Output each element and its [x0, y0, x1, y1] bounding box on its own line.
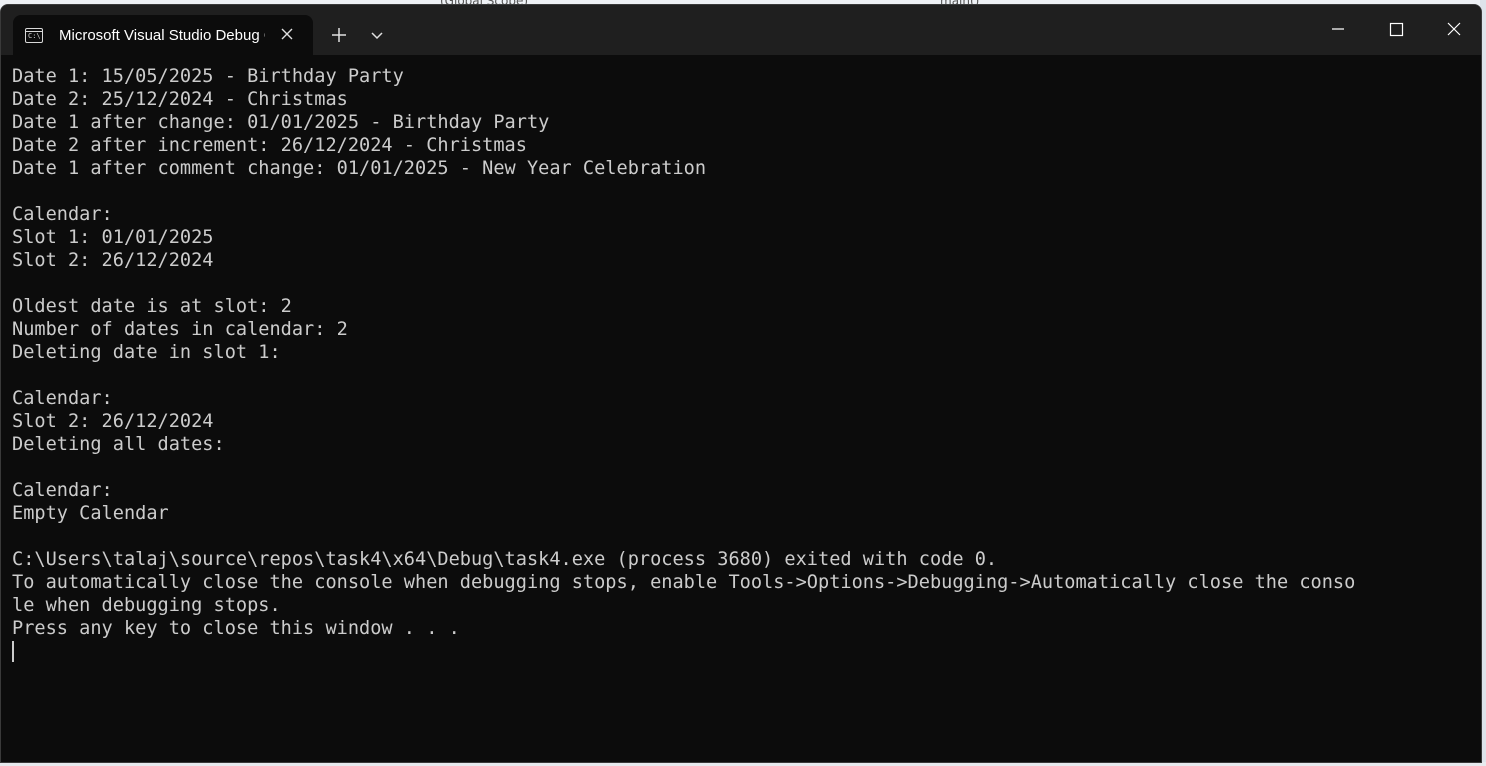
console-line: Slot 2: 26/12/2024: [12, 250, 214, 271]
console-output[interactable]: Date 1: 15/05/2025 - Birthday Party Date …: [12, 65, 1471, 762]
console-line: Slot 1: 01/01/2025: [12, 227, 214, 248]
minimize-button[interactable]: [1309, 5, 1367, 55]
console-line: C:\Users\talaj\source\repos\task4\x64\De…: [12, 549, 998, 570]
chevron-down-icon[interactable]: [365, 23, 389, 47]
console-line: Date 1: 15/05/2025 - Birthday Party: [12, 66, 404, 87]
console-line: Date 1 after change: 01/01/2025 - Birthd…: [12, 112, 550, 133]
console-line: le when debugging stops.: [12, 595, 281, 616]
console-line: Calendar:: [12, 388, 113, 409]
console-tab[interactable]: C:\ Microsoft Visual Studio Debug Consol…: [13, 15, 313, 55]
new-tab-button[interactable]: [327, 23, 351, 47]
console-line: Calendar:: [12, 480, 113, 501]
console-line: Empty Calendar: [12, 503, 169, 524]
console-icon: C:\: [25, 27, 43, 43]
console-line: To automatically close the console when …: [12, 572, 1356, 593]
close-tab-icon[interactable]: [279, 26, 295, 42]
title-bar[interactable]: C:\ Microsoft Visual Studio Debug Consol…: [1, 5, 1481, 55]
text-cursor: [12, 641, 14, 662]
console-line: Deleting date in slot 1:: [12, 342, 281, 363]
cursor-line: [12, 640, 1471, 663]
console-line: Date 2: 25/12/2024 - Christmas: [12, 89, 348, 110]
console-line: Number of dates in calendar: 2: [12, 319, 348, 340]
maximize-button[interactable]: [1367, 5, 1425, 55]
console-line: Slot 2: 26/12/2024: [12, 411, 214, 432]
console-line: Date 1 after comment change: 01/01/2025 …: [12, 158, 707, 179]
console-line: Date 2 after increment: 26/12/2024 - Chr…: [12, 135, 527, 156]
terminal-window: C:\ Microsoft Visual Studio Debug Consol…: [0, 4, 1482, 763]
scrollbar[interactable]: [1469, 55, 1481, 762]
console-line: Calendar:: [12, 204, 113, 225]
close-window-button[interactable]: [1425, 5, 1481, 55]
console-line: Press any key to close this window . . .: [12, 618, 460, 639]
console-line: Deleting all dates:: [12, 434, 225, 455]
console-line: Oldest date is at slot: 2: [12, 296, 292, 317]
tab-title: Microsoft Visual Studio Debug Console: [59, 26, 265, 44]
